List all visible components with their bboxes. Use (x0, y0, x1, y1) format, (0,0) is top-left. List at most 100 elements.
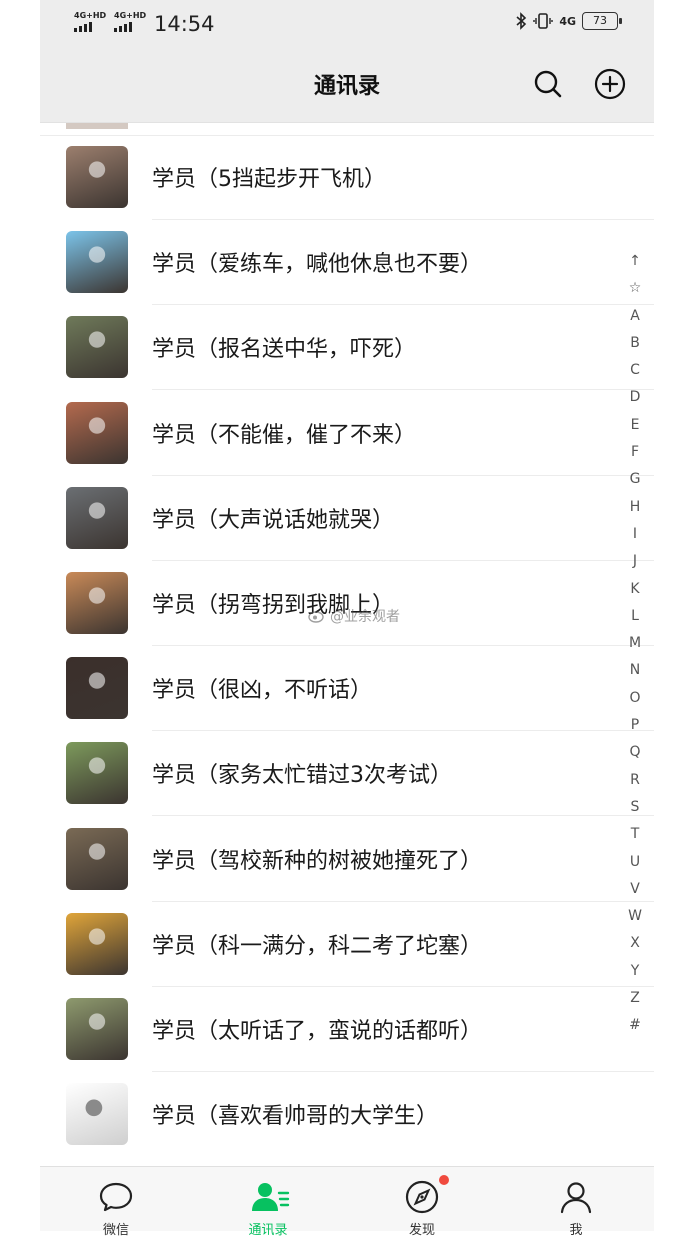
index-letter[interactable]: ↑ (629, 248, 641, 275)
index-letter[interactable]: H (630, 494, 641, 521)
index-letter[interactable]: I (633, 521, 637, 548)
search-icon[interactable] (530, 66, 566, 102)
avatar (66, 316, 128, 379)
contact-name: 学员（很凶，不听话） (152, 678, 373, 704)
contact-name: 学员（驾校新种的树被她撞死了） (152, 848, 483, 874)
index-letter[interactable]: # (629, 1012, 641, 1039)
index-letter[interactable]: X (630, 930, 640, 957)
index-letter[interactable]: O (629, 685, 640, 712)
contact-name: 学员（大声说话她就哭） (152, 507, 395, 533)
index-letter[interactable]: F (631, 439, 639, 466)
avatar (66, 912, 128, 975)
contacts-icon (252, 1183, 290, 1211)
contact-row[interactable]: 学员（大声说话她就哭） (40, 476, 654, 561)
avatar (66, 1083, 128, 1146)
compass-icon (405, 1180, 439, 1214)
index-letter[interactable]: A (630, 303, 640, 330)
index-letter[interactable]: B (630, 330, 640, 357)
signal-2: 4G+HD (114, 12, 146, 32)
index-letter[interactable]: J (633, 548, 637, 575)
index-letter[interactable]: D (630, 384, 641, 411)
bluetooth-icon (516, 12, 527, 30)
contact-row[interactable]: 学员（拐弯拐到我脚上） (40, 561, 654, 646)
index-letter[interactable]: P (631, 712, 639, 739)
index-letter[interactable]: E (631, 412, 640, 439)
bottom-tab-bar: 微信 通讯录 发现 我 (40, 1166, 654, 1238)
index-letter[interactable]: V (630, 876, 640, 903)
clock: 14:54 (154, 12, 215, 36)
contact-name: 学员（喜欢看帅哥的大学生） (152, 1104, 439, 1130)
battery-indicator: 73 (582, 12, 622, 30)
tab-me-label: 我 (569, 1223, 583, 1238)
tab-discover[interactable]: 发现 (372, 1167, 472, 1238)
avatar (66, 146, 128, 208)
contact-name: 学员（爱练车，喊他休息也不要） (152, 252, 483, 278)
contact-name: 学员（家务太忙错过3次考试） (152, 763, 452, 789)
tab-me[interactable]: 我 (526, 1167, 626, 1238)
watermark: @业余观者 (308, 606, 400, 626)
avatar (66, 231, 128, 294)
alphabet-index[interactable]: ↑ ☆ A B C D E F G H I J K L M N O P Q R S T U V W X Y Z # (623, 248, 647, 1040)
contact-name: 学员（5挡起步开飞机） (152, 167, 386, 192)
contact-row[interactable]: 学员（不能催，催了不来） (40, 391, 654, 476)
index-letter[interactable]: G (630, 466, 641, 493)
weibo-icon (308, 611, 324, 623)
signal-1-label: 4G+HD (74, 11, 107, 20)
discover-badge (439, 1175, 449, 1185)
contact-row[interactable]: 学员（报名送中华，吓死） (40, 305, 654, 391)
network-label: 4G (559, 14, 576, 28)
tab-chats-label: 微信 (102, 1223, 129, 1238)
index-letter[interactable]: Z (630, 985, 640, 1012)
top-bar: 通讯录 (40, 48, 654, 123)
index-letter[interactable]: C (630, 357, 640, 384)
index-letter[interactable]: T (631, 821, 640, 848)
contact-name: 学员（不能催，催了不来） (152, 422, 417, 448)
index-letter[interactable]: S (631, 794, 640, 821)
contact-row[interactable]: 学员（5挡起步开飞机） (40, 135, 654, 220)
index-letter[interactable]: Q (629, 739, 640, 766)
contact-name: 学员（太听话了，蛮说的话都听） (152, 1019, 483, 1044)
contact-row[interactable]: 学员（驾校新种的树被她撞死了） (40, 817, 654, 902)
index-letter[interactable]: M (629, 630, 641, 657)
signal-bars-icon (74, 22, 106, 32)
avatar (66, 998, 128, 1060)
index-letter[interactable]: W (628, 903, 642, 930)
index-letter[interactable]: L (631, 603, 639, 630)
avatar (66, 401, 128, 464)
add-circle-icon[interactable] (592, 66, 628, 102)
status-bar: 4G+HD 4G+HD 14:54 4G 73 (40, 0, 654, 48)
tab-contacts[interactable]: 通讯录 (218, 1167, 318, 1238)
avatar (66, 486, 128, 549)
avatar (66, 742, 128, 805)
contact-row[interactable]: 学员（家务太忙错过3次考试） (40, 731, 654, 817)
tab-chats[interactable]: 微信 (66, 1167, 166, 1238)
partial-avatar (66, 123, 128, 129)
status-right: 4G 73 (515, 12, 622, 30)
avatar (66, 572, 128, 634)
signal-2-label: 4G+HD (114, 11, 147, 20)
contact-name: 学员（科一满分，科二考了坨塞） (152, 933, 483, 959)
index-letter[interactable]: R (630, 767, 640, 794)
tab-contacts-label: 通讯录 (248, 1223, 288, 1238)
index-letter[interactable]: U (630, 849, 640, 876)
signal-bars-icon (114, 22, 146, 32)
tab-discover-label: 发现 (408, 1223, 435, 1238)
contact-row[interactable]: 学员（很凶，不听话） (40, 646, 654, 732)
avatar (66, 657, 128, 720)
signal-1: 4G+HD (74, 12, 106, 32)
index-letter[interactable]: K (630, 576, 639, 603)
contact-row[interactable]: 学员（科一满分，科二考了坨塞） (40, 902, 654, 987)
index-letter[interactable]: ☆ (629, 275, 642, 302)
index-letter[interactable]: Y (631, 958, 640, 985)
vibrate-icon (533, 13, 554, 29)
watermark-text: @业余观者 (330, 609, 400, 625)
wechat-contacts-screen: 4G+HD 4G+HD 14:54 4G 73 通讯录 学员（5挡起步开飞机） 学… (40, 0, 654, 1238)
person-icon (560, 1182, 592, 1214)
contact-row[interactable]: 学员（喜欢看帅哥的大学生） (40, 1072, 654, 1157)
contact-name: 学员（报名送中华，吓死） (152, 337, 417, 363)
avatar (66, 827, 128, 890)
contact-row[interactable]: 学员（爱练车，喊他休息也不要） (40, 220, 654, 306)
contact-row[interactable]: 学员（太听话了，蛮说的话都听） (40, 987, 654, 1072)
index-letter[interactable]: N (630, 657, 640, 684)
chat-bubble-icon (99, 1182, 133, 1212)
